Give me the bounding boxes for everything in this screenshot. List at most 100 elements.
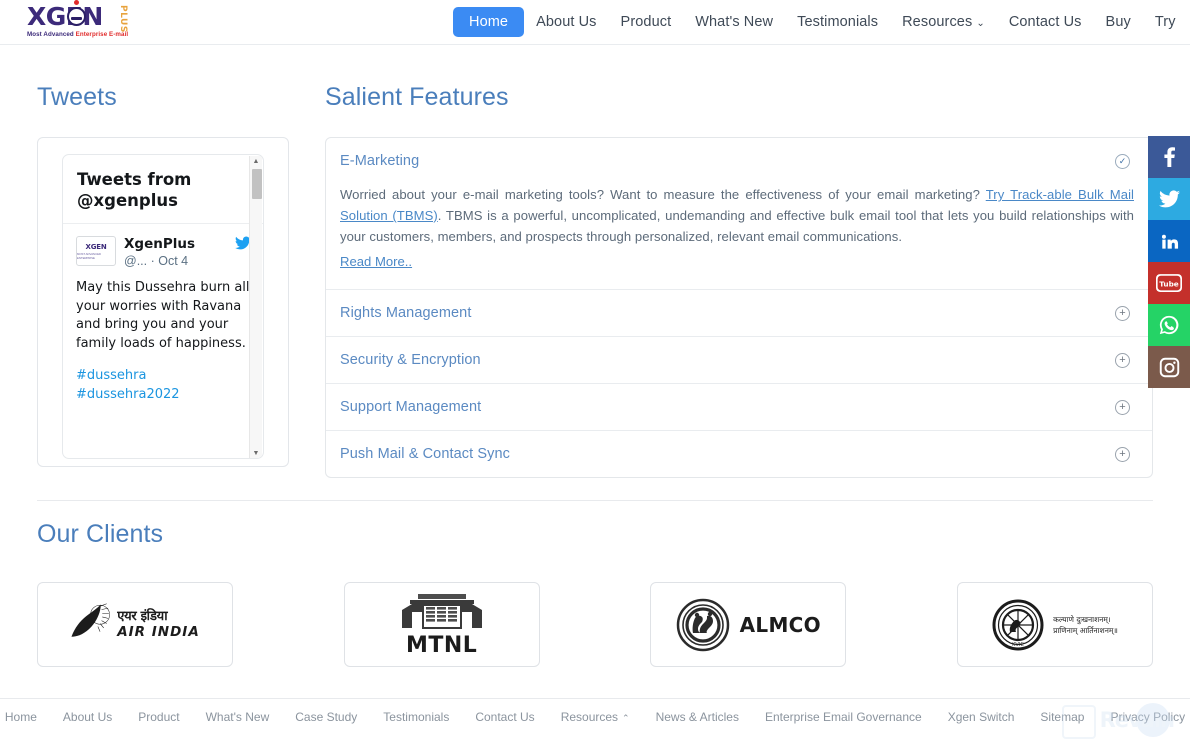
tweet-username[interactable]: XgenPlus <box>124 236 227 252</box>
site-footer: Home About Us Product What's New Case Study T… <box>0 698 1190 753</box>
features-section: Salient Features E-Marketing ✓ Worried abo… <box>325 83 1153 478</box>
nav-item-contact-us[interactable]: Contact Us <box>997 7 1094 37</box>
facebook-icon[interactable] <box>1148 136 1190 178</box>
footer-link-testimonials[interactable]: Testimonials <box>370 710 462 724</box>
footer-link-label: What's New <box>205 710 270 724</box>
client-logo-air-india[interactable]: एयर इंडिया AIR INDIA <box>37 582 233 667</box>
tweets-heading: Tweets <box>37 83 117 111</box>
footer-link-label: Testimonials <box>383 710 450 724</box>
logo-o-ring-icon <box>67 7 86 26</box>
client-logo-almco[interactable]: ALMCO <box>650 582 847 667</box>
feature-title: Push Mail & Contact Sync <box>340 446 511 462</box>
feature-title: Support Management <box>340 399 482 415</box>
scrollbar-thumb[interactable] <box>251 169 262 199</box>
twitter-widget-header: Tweets from @xgenplus <box>63 155 263 224</box>
feature-header[interactable]: Rights Management + <box>326 290 1152 336</box>
whatsapp-icon[interactable] <box>1148 304 1190 346</box>
twitter-widget-title: Tweets from @xgenplus <box>77 170 192 210</box>
feature-title: Rights Management <box>340 305 472 321</box>
scroll-down-icon[interactable]: ▼ <box>253 450 260 457</box>
feature-header[interactable]: Security & Encryption + <box>326 337 1152 383</box>
footer-link-label: News & Articles <box>655 710 739 724</box>
chevron-down-icon: ⌄ <box>976 18 985 29</box>
air-india-swan-icon <box>71 602 111 637</box>
footer-link-about-us[interactable]: About Us <box>50 710 125 724</box>
kvic-mark: KVIC कल्याणे दुःखनाशनम्। प्राणिनाम् आर्त… <box>992 599 1118 651</box>
check-circle-icon[interactable]: ✓ <box>1115 153 1130 169</box>
footer-link-contact-us[interactable]: Contact Us <box>462 710 547 724</box>
tweet-handle-date: @... · Oct 4 <box>124 254 189 268</box>
air-india-hindi: एयर इंडिया <box>117 608 168 624</box>
tweet-item: XGEN MOST ADVANCED ENTERPRISE XgenPlus @… <box>63 224 263 454</box>
footer-link-product[interactable]: Product <box>125 710 192 724</box>
tweet-user-info: XgenPlus @... · Oct 4 <box>124 236 227 269</box>
footer-link-resources[interactable]: Resources ⌃ <box>548 710 643 724</box>
features-accordion: E-Marketing ✓ Worried about your e-mail ma… <box>325 137 1153 478</box>
linkedin-icon[interactable] <box>1148 220 1190 262</box>
nav-item-about-us[interactable]: About Us <box>524 7 608 37</box>
almco-emblem-icon <box>676 598 729 651</box>
feature-text-after-link: . TBMS is a powerful, uncomplicated, und… <box>340 208 1134 244</box>
read-more-link[interactable]: Read More.. <box>340 254 412 269</box>
footer-link-what-s-new[interactable]: What's New <box>193 710 283 724</box>
feature-paragraph: Worried about your e-mail marketing tool… <box>340 184 1134 247</box>
footer-link-xgen-switch[interactable]: Xgen Switch <box>935 710 1028 724</box>
footer-link-label: Case Study <box>295 710 358 724</box>
nav-item-label: Home <box>469 14 509 30</box>
features-heading: Salient Features <box>325 83 509 111</box>
footer-nav: Home About Us Product What's New Case Study T… <box>0 699 1190 724</box>
footer-link-label: Home <box>4 710 37 724</box>
feature-header[interactable]: E-Marketing ✓ <box>326 138 1152 184</box>
plus-circle-icon[interactable]: + <box>1115 399 1130 415</box>
youtube-icon[interactable]: Tube <box>1148 262 1190 304</box>
kvic-emblem-icon: KVIC <box>992 599 1044 650</box>
footer-link-enterprise-email-governance[interactable]: Enterprise Email Governance <box>752 710 935 724</box>
chevron-up-icon: ⌃ <box>622 713 630 723</box>
avatar-subtext: MOST ADVANCED ENTERPRISE <box>77 251 101 260</box>
watermark-square-icon <box>1062 705 1096 739</box>
feature-header[interactable]: Support Management + <box>326 384 1152 430</box>
clients-heading: Our Clients <box>37 520 164 548</box>
footer-link-news-articles[interactable]: News & Articles <box>643 710 752 724</box>
kvic-mark-text: KVIC <box>1012 642 1024 648</box>
tweet-hashtags[interactable]: #dussehra #dussehra2022 <box>76 367 251 404</box>
tweets-section: Tweets Tweets from @xgenplus XGEN MOST A… <box>37 83 289 467</box>
nav-item-product[interactable]: Product <box>609 7 684 37</box>
client-logo-mtnl[interactable]: MTNL <box>343 582 540 667</box>
plus-circle-icon[interactable]: + <box>1115 305 1130 321</box>
twitter-icon[interactable] <box>1148 178 1190 220</box>
footer-link-case-study[interactable]: Case Study <box>282 710 370 724</box>
site-logo[interactable]: XGEN PLUS Most Advanced Enterprise E-mai… <box>27 0 139 40</box>
footer-link-home[interactable]: Home <box>0 710 50 724</box>
nav-item-buy[interactable]: Buy <box>1094 7 1143 37</box>
plus-circle-icon[interactable]: + <box>1115 352 1130 368</box>
plus-circle-icon[interactable]: + <box>1115 446 1130 462</box>
tweets-card: Tweets from @xgenplus XGEN MOST ADVANCED… <box>37 137 289 467</box>
kvic-sanskrit: कल्याणे दुःखनाशनम्। प्राणिनाम् आर्तिनाशन… <box>1053 614 1118 636</box>
air-india-mark: एयर इंडिया AIR INDIA <box>70 601 200 649</box>
client-logo-kvic[interactable]: KVIC कल्याणे दुःखनाशनम्। प्राणिनाम् आर्त… <box>956 582 1153 667</box>
footer-link-label: Xgen Switch <box>947 710 1015 724</box>
twitter-widget[interactable]: Tweets from @xgenplus XGEN MOST ADVANCED… <box>62 154 264 459</box>
kvic-sanskrit-line2: प्राणिनाम् आर्तिनाशनम्॥ <box>1053 625 1118 635</box>
feature-header[interactable]: Push Mail & Contact Sync + <box>326 431 1152 477</box>
air-india-english: AIR INDIA <box>117 623 200 640</box>
section-divider <box>37 500 1153 501</box>
instagram-icon[interactable] <box>1148 346 1190 388</box>
nav-item-what-s-new[interactable]: What's New <box>683 7 785 37</box>
mtnl-building-icon <box>401 593 482 629</box>
nav-item-label: What's New <box>695 14 774 30</box>
watermark: Revain <box>1044 697 1184 749</box>
scroll-up-icon[interactable]: ▲ <box>253 158 260 165</box>
nav-item-try[interactable]: Try <box>1143 7 1188 37</box>
tweet-scrollbar[interactable]: ▲ ▼ <box>249 156 262 458</box>
nav-item-home[interactable]: Home <box>453 7 525 37</box>
nav-item-label: Buy <box>1105 14 1131 30</box>
nav-item-resources[interactable]: Resources ⌄ <box>890 7 997 37</box>
air-india-text: एयर इंडिया AIR INDIA <box>117 610 200 640</box>
logo-plus-text: PLUS <box>118 5 128 33</box>
mtnl-text: MTNL <box>405 632 478 658</box>
logo-wordmark: XGEN <box>27 2 103 31</box>
nav-item-testimonials[interactable]: Testimonials <box>785 7 890 37</box>
logo-dot-icon <box>74 0 79 5</box>
